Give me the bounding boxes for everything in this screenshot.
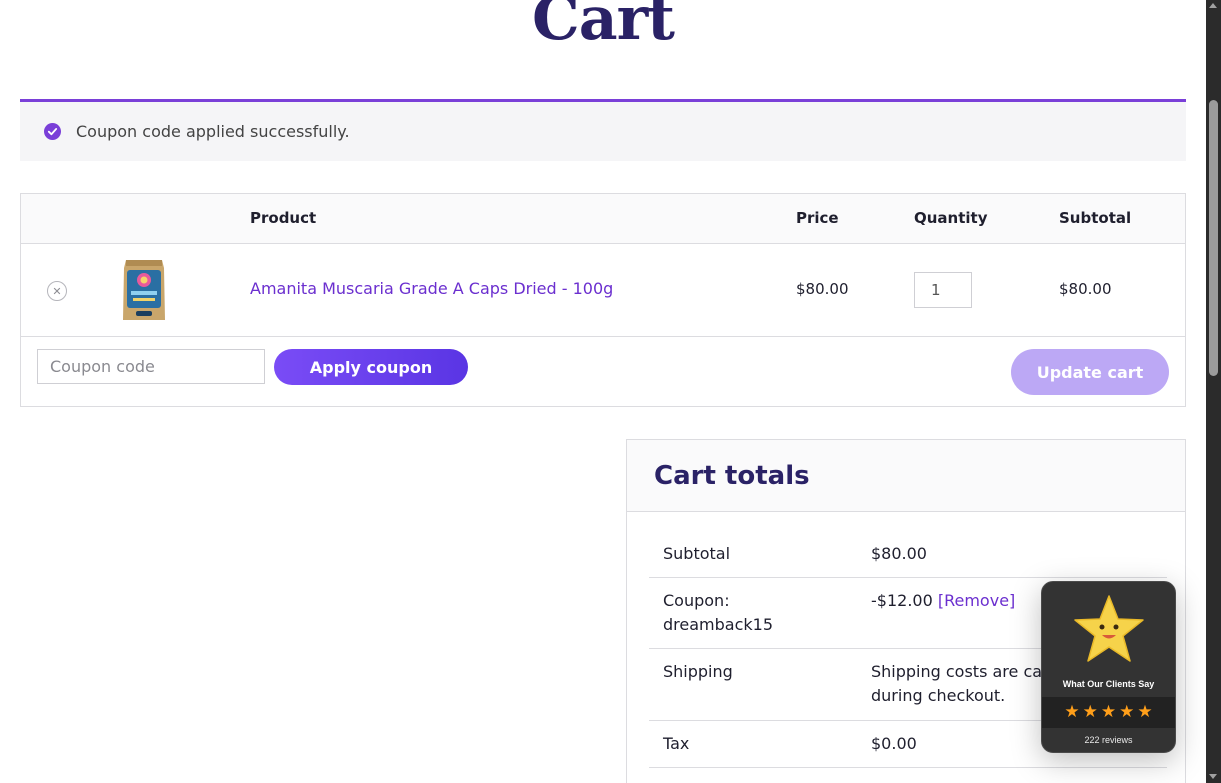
header-price: Price <box>796 209 839 227</box>
cart-page: Cart Coupon code applied successfully. P… <box>0 0 1206 783</box>
cart-totals-title: Cart totals <box>654 460 810 491</box>
success-notice: Coupon code applied successfully. <box>20 99 1186 161</box>
rating-stars: ★ ★ ★ ★ ★ <box>1042 697 1175 728</box>
item-price: $80.00 <box>796 280 849 298</box>
header-product: Product <box>250 209 317 227</box>
coupon-discount-value: -$12.00 <box>871 591 933 610</box>
cart-totals-header: Cart totals <box>627 440 1185 512</box>
smiling-star-icon <box>1074 595 1144 662</box>
totals-row-subtotal: Subtotal $80.00 <box>649 532 1167 578</box>
star-icon: ★ <box>1082 702 1098 722</box>
shipping-label: Shipping <box>663 662 733 681</box>
apply-coupon-button[interactable]: Apply coupon <box>274 349 468 385</box>
table-row: ✕ Amanita Muscaria Grade A Caps Dried - … <box>21 244 1185 337</box>
header-subtotal: Subtotal <box>1059 209 1132 227</box>
scroll-up-arrow-icon[interactable] <box>1209 3 1217 8</box>
subtotal-label: Subtotal <box>663 544 731 563</box>
product-name-link[interactable]: Amanita Muscaria Grade A Caps Dried - 10… <box>250 279 613 298</box>
coupon-label: Coupon: dreamback15 <box>663 591 773 634</box>
reviews-count: 222 reviews <box>1084 735 1133 745</box>
item-subtotal: $80.00 <box>1059 280 1112 298</box>
check-circle-icon <box>44 123 61 140</box>
update-cart-button[interactable]: Update cart <box>1011 349 1169 395</box>
star-icon: ★ <box>1119 702 1135 722</box>
star-icon: ★ <box>1137 702 1153 722</box>
star-icon: ★ <box>1100 702 1117 722</box>
cart-actions: Coupon code Apply coupon Update cart <box>21 337 1185 407</box>
tax-label: Tax <box>663 734 690 753</box>
page-title: Cart <box>532 0 675 54</box>
scrollbar-thumb[interactable] <box>1209 100 1218 376</box>
remove-coupon-link[interactable]: [Remove] <box>938 591 1015 610</box>
scroll-down-arrow-icon[interactable] <box>1209 774 1217 779</box>
cart-table: Product Price Quantity Subtotal ✕ Amanit… <box>20 193 1186 407</box>
quantity-input[interactable]: 1 <box>914 272 972 308</box>
remove-item-icon[interactable]: ✕ <box>47 281 67 301</box>
header-quantity: Quantity <box>914 209 988 227</box>
star-icon: ★ <box>1064 702 1080 722</box>
subtotal-value: $80.00 <box>871 544 927 563</box>
cart-table-header: Product Price Quantity Subtotal <box>21 194 1185 244</box>
reviews-caption: What Our Clients Say <box>1062 679 1155 689</box>
product-thumbnail[interactable] <box>121 256 167 324</box>
reviews-widget[interactable]: What Our Clients Say ★ ★ ★ ★ ★ 222 revie… <box>1041 581 1176 753</box>
page-scrollbar[interactable] <box>1206 0 1221 783</box>
coupon-code-input[interactable]: Coupon code <box>37 349 265 384</box>
notice-message: Coupon code applied successfully. <box>76 122 350 141</box>
